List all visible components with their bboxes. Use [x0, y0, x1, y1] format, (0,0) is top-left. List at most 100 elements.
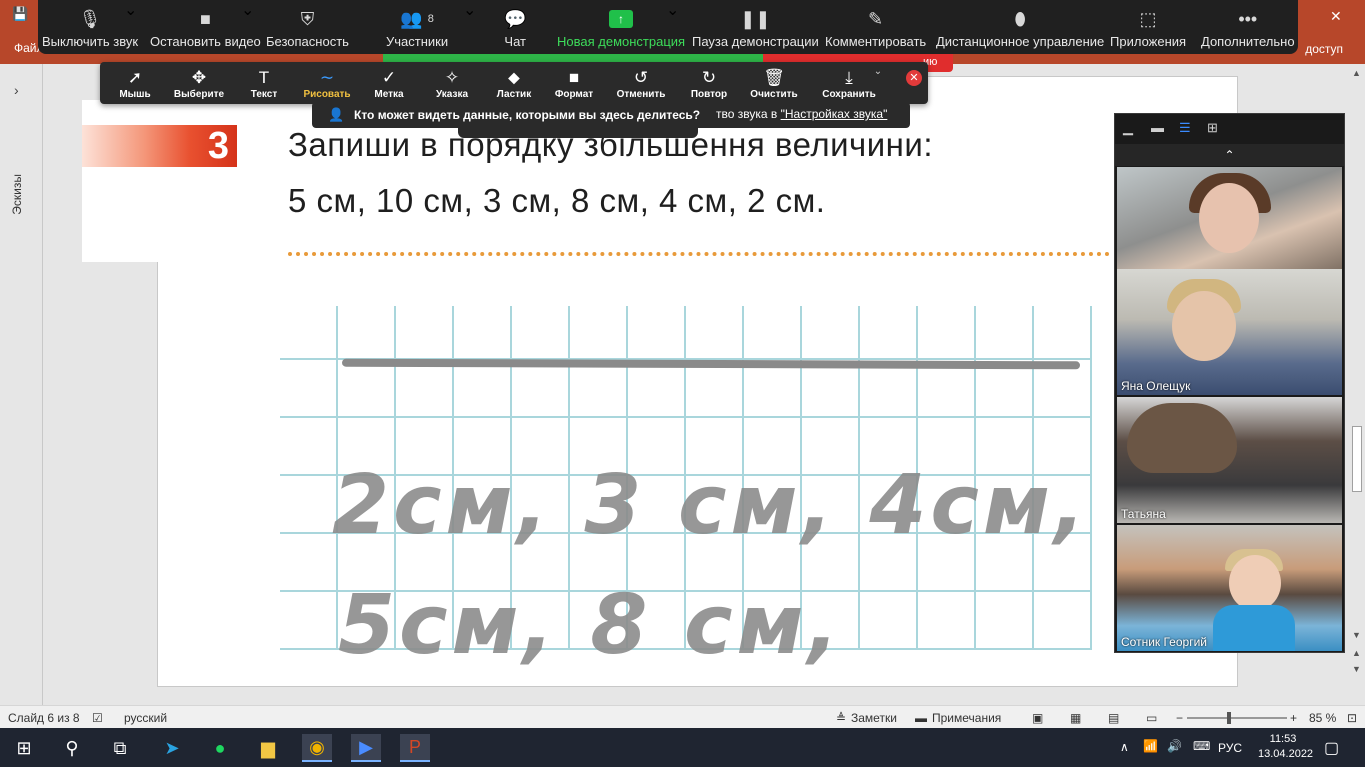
- gallery-view-icon[interactable]: ⊞: [1207, 120, 1218, 136]
- system-clock[interactable]: 11:53 13.04.2022: [1258, 732, 1313, 762]
- audio-options-caret[interactable]: ⌄: [124, 0, 137, 54]
- participant-face: [1229, 555, 1281, 611]
- zoom-app-icon[interactable]: ▶: [351, 734, 381, 762]
- undo-icon: ↺: [633, 68, 649, 87]
- remote-control-button[interactable]: ⬮ Дистанционное управление: [936, 0, 1104, 54]
- participants-options-caret[interactable]: ⌄: [463, 0, 476, 54]
- scrollbar-thumb[interactable]: [1352, 426, 1362, 492]
- scroll-down-icon[interactable]: ▼: [1352, 630, 1361, 640]
- annotation-tool-label: Повтор: [690, 89, 728, 100]
- annotation-tool-format[interactable]: ■ Формат: [543, 62, 605, 104]
- annotate-button[interactable]: ✎ Комментировать: [825, 0, 926, 54]
- annotation-tool-eraser[interactable]: ⬥ Ластик: [483, 62, 545, 104]
- dotted-divider: [288, 252, 1110, 256]
- notes-icon[interactable]: ≜: [836, 711, 846, 725]
- video-tile[interactable]: Татьяна: [1117, 397, 1342, 523]
- more-button[interactable]: ••• Дополнительно: [1201, 0, 1295, 54]
- annotation-tool-undo[interactable]: ↺ Отменить: [610, 62, 672, 104]
- language-indicator[interactable]: русский: [124, 711, 167, 725]
- slideshow-icon[interactable]: ▭: [1146, 711, 1157, 725]
- gallery-scroll-up-icon[interactable]: ⌃: [1115, 144, 1344, 166]
- handwritten-answer-line-1: 2см, 3 см, 4см,: [332, 458, 1090, 553]
- normal-view-icon[interactable]: ▣: [1032, 711, 1043, 725]
- pause-share-button[interactable]: ❚❚ Пауза демонстрации: [692, 0, 819, 54]
- telegram-icon[interactable]: ➤: [157, 734, 187, 762]
- prev-slide-icon[interactable]: ▲: [1352, 648, 1361, 658]
- zoom-in-icon[interactable]: +: [1290, 711, 1297, 725]
- security-button[interactable]: ⛨ Безопасность: [266, 0, 349, 54]
- annotation-tool-label: Ластик: [496, 89, 532, 100]
- minimize-icon[interactable]: ▁: [1123, 120, 1133, 136]
- video-tile[interactable]: Яна Олещук: [1117, 269, 1342, 395]
- task-number: 3: [207, 125, 229, 167]
- video-camera-icon: ■: [199, 9, 211, 29]
- draw-icon: ∼: [319, 68, 335, 87]
- tray-overflow-icon[interactable]: ∧: [1120, 740, 1129, 754]
- chrome-icon[interactable]: ◉: [302, 734, 332, 762]
- annotation-tool-redo[interactable]: ↻ Повтор: [678, 62, 740, 104]
- zoom-slider[interactable]: [1187, 712, 1287, 724]
- audio-settings-link[interactable]: "Настройках звука": [781, 107, 888, 121]
- annotation-tool-label: Формат: [554, 89, 594, 100]
- annotation-tool-spotlight[interactable]: ✧ Указка: [421, 62, 483, 104]
- fit-slide-icon[interactable]: ⊡: [1347, 711, 1357, 725]
- network-icon[interactable]: 📶: [1143, 739, 1158, 753]
- spotlight-icon: ✧: [444, 68, 460, 87]
- notes-button[interactable]: Заметки: [851, 711, 897, 725]
- annotation-tool-text[interactable]: T Текст: [233, 62, 295, 104]
- annotation-tool-label: Отменить: [616, 89, 666, 100]
- participants-button[interactable]: 👥 8 Участники: [386, 0, 448, 54]
- annotation-tool-label: Метка: [374, 89, 404, 100]
- powerpoint-icon[interactable]: P: [400, 734, 430, 762]
- pencil-icon: ✎: [868, 9, 884, 29]
- file-explorer-icon[interactable]: ▆: [253, 734, 283, 762]
- annotation-tool-move[interactable]: ✥ Выберите: [168, 62, 230, 104]
- privacy-question[interactable]: Кто может видеть данные, которыми вы зде…: [354, 108, 700, 122]
- zoom-out-icon[interactable]: −: [1176, 711, 1183, 725]
- annotation-tool-stamp[interactable]: ✓ Метка: [358, 62, 420, 104]
- video-tile[interactable]: Сотник Георгий: [1117, 525, 1342, 651]
- spellcheck-icon[interactable]: ☑: [92, 711, 103, 725]
- keyboard-icon[interactable]: ⌨: [1193, 739, 1210, 753]
- mouse-icon: ⬮: [1014, 9, 1026, 29]
- close-window-icon[interactable]: ✕: [1330, 8, 1342, 25]
- slide-counter: Слайд 6 из 8: [8, 711, 80, 725]
- input-language[interactable]: РУС: [1218, 741, 1242, 755]
- zoom-slider-knob[interactable]: [1227, 712, 1231, 724]
- annotation-tool-label: Выберите: [173, 89, 225, 100]
- hide-video-icon[interactable]: ▬: [1151, 120, 1164, 135]
- comments-button[interactable]: Примечания: [932, 711, 1001, 725]
- speaker-view-icon[interactable]: ☰: [1179, 120, 1191, 136]
- reading-view-icon[interactable]: ▤: [1108, 711, 1119, 725]
- video-options-caret[interactable]: ⌄: [241, 0, 254, 54]
- annotation-tool-mouse-pointer[interactable]: ➚ Мышь: [104, 62, 166, 104]
- participants-label: Участники: [386, 34, 449, 49]
- comments-icon[interactable]: ▬: [915, 711, 927, 725]
- scroll-up-icon[interactable]: ▲: [1352, 68, 1361, 78]
- task-view-icon[interactable]: ⧉: [105, 734, 135, 762]
- next-slide-icon[interactable]: ▼: [1352, 664, 1361, 674]
- save-options-caret[interactable]: ⌄: [870, 66, 886, 82]
- volume-icon[interactable]: 🔊: [1167, 739, 1182, 753]
- save-icon[interactable]: 💾: [12, 6, 28, 22]
- share-access-button[interactable]: доступ: [1305, 42, 1343, 56]
- annotation-tool-trash[interactable]: 🗑 Очистить: [743, 62, 805, 104]
- vertical-scrollbar[interactable]: ▲ ▼ ▲ ▼: [1349, 64, 1365, 705]
- trash-icon: 🗑: [763, 68, 785, 87]
- chat-button[interactable]: 💬 Чат: [504, 0, 526, 54]
- chat-icon: 💬: [504, 9, 527, 29]
- thumbnails-pane[interactable]: › Эскизы: [0, 64, 43, 705]
- expand-thumbnails-icon[interactable]: ›: [14, 82, 19, 98]
- apps-button[interactable]: ⬚ Приложения: [1110, 0, 1186, 54]
- spotify-icon[interactable]: ●: [205, 734, 235, 762]
- start-icon[interactable]: ⊞: [9, 734, 39, 762]
- handwritten-answer-line-2: 5см, 8 см,: [338, 578, 843, 673]
- notification-center-icon[interactable]: ▢: [1324, 738, 1339, 758]
- close-annotation-icon[interactable]: ✕: [906, 70, 922, 86]
- zoom-level[interactable]: 85 %: [1309, 711, 1336, 725]
- slide-sorter-icon[interactable]: ▦: [1070, 711, 1081, 725]
- share-options-caret[interactable]: ⌄: [666, 0, 679, 54]
- annotation-tool-draw[interactable]: ∼ Рисовать: [296, 62, 358, 104]
- annotation-tool-label: Указка: [435, 89, 469, 100]
- search-icon[interactable]: ⚲: [57, 734, 87, 762]
